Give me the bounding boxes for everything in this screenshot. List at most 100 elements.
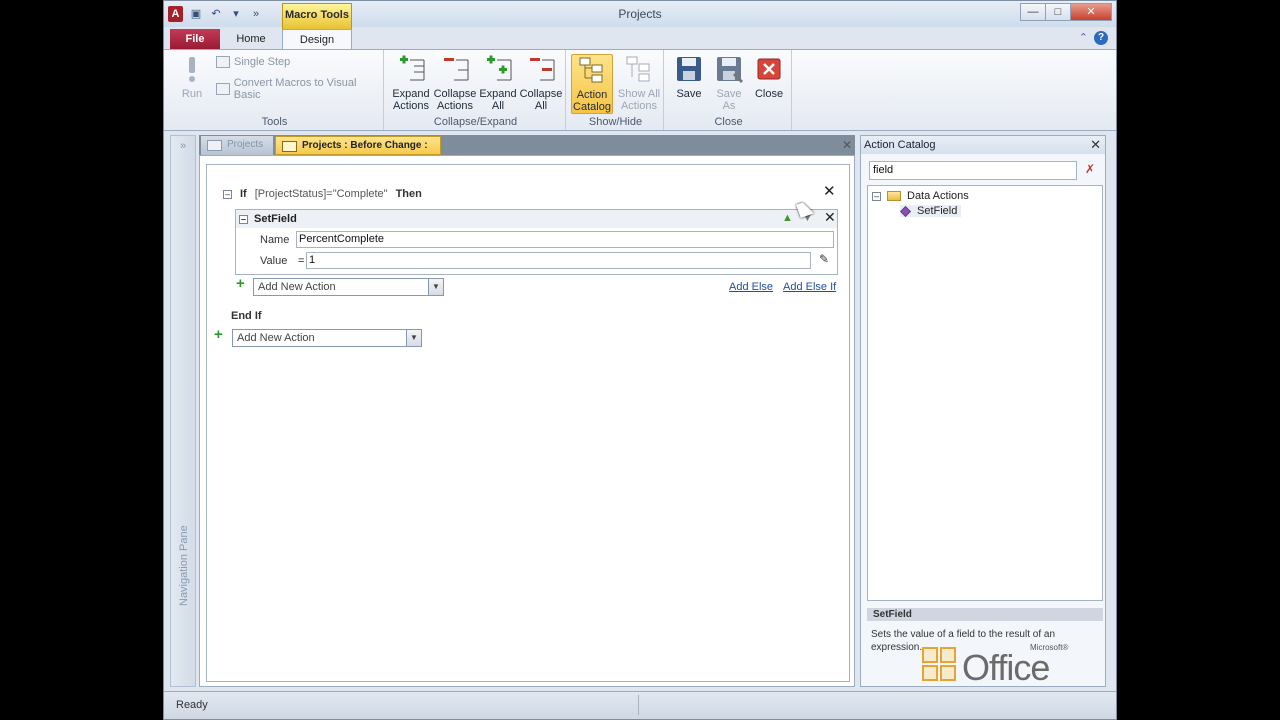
close-button[interactable]: Close	[750, 54, 788, 100]
expression-builder-icon[interactable]: ✎	[819, 252, 835, 266]
save-as-label-1: Save	[716, 88, 742, 100]
catalog-search-input[interactable]: field	[869, 161, 1077, 180]
collapse-setfield-icon[interactable]: –	[239, 214, 248, 224]
office-logo-icon	[922, 647, 960, 685]
single-step-button[interactable]: Single Step	[216, 56, 290, 68]
maximize-button[interactable]: □	[1045, 3, 1071, 21]
expand-actions-icon	[396, 54, 426, 84]
if-keyword: If	[240, 188, 247, 200]
add-new-action-label: Add New Action	[258, 281, 336, 293]
minimize-ribbon-icon[interactable]: ⌃	[1079, 31, 1088, 45]
tab-before-change-macro[interactable]: Projects : Before Change :	[275, 136, 441, 155]
catalog-tree: – Data Actions SetField	[867, 185, 1103, 601]
expand-actions-button[interactable]: Expand Actions	[390, 54, 432, 112]
collapse-actions-icon	[440, 54, 470, 84]
expand-actions-label-2: Actions	[392, 100, 430, 112]
end-if-keyword: End If	[231, 310, 262, 322]
convert-macros-icon	[216, 83, 230, 95]
group-collapse-expand: Expand Actions Collapse Actions Expand A…	[386, 50, 566, 130]
setfield-action-block[interactable]: – SetField ▲ ▼ ✕ Name PercentComplete Va…	[235, 209, 838, 275]
macro-designer: – If [ProjectStatus]="Complete" Then ✕ –…	[199, 155, 855, 687]
group-label-show-hide: Show/Hide	[588, 116, 643, 128]
ribbon-tabs: File Home Design ⌃ ?	[164, 27, 1116, 49]
convert-macros-label: Convert Macros to Visual Basic	[233, 77, 357, 101]
action-catalog-icon	[577, 55, 607, 85]
convert-macros-button[interactable]: Convert Macros to Visual Basic	[216, 77, 383, 101]
value-arg-label: Value	[260, 255, 288, 267]
group-show-hide: Action Catalog Show All Actions Show/Hid…	[568, 50, 664, 130]
collapse-all-button[interactable]: Collapse All	[518, 54, 564, 112]
save-button[interactable]: Save	[670, 54, 708, 100]
window-controls: — □ ✕	[1020, 3, 1112, 21]
tab-file[interactable]: File	[170, 29, 220, 49]
action-catalog-button[interactable]: Action Catalog	[571, 54, 613, 114]
status-divider	[638, 695, 639, 715]
ribbon-help-controls: ⌃ ?	[1079, 31, 1108, 45]
floppy-disk-icon	[674, 54, 704, 84]
collapse-actions-button[interactable]: Collapse Actions	[432, 54, 478, 112]
office-logo: Microsoft® Office	[922, 639, 1082, 689]
add-new-action-outer-dropdown[interactable]: Add New Action ▼	[232, 329, 422, 347]
add-new-action-dropdown[interactable]: Add New Action ▼	[253, 278, 444, 296]
name-arg-label: Name	[260, 234, 290, 246]
macro-icon	[282, 141, 297, 152]
action-catalog-title: Action Catalog	[861, 136, 1105, 154]
navigation-pane[interactable]: » Navigation Pane	[170, 135, 196, 687]
value-arg-input[interactable]: 1	[306, 252, 811, 269]
single-step-label: Single Step	[234, 56, 291, 68]
help-icon[interactable]: ?	[1094, 31, 1108, 45]
show-all-actions-button[interactable]: Show All Actions	[616, 54, 662, 112]
chevron-down-icon[interactable]: ▼	[428, 279, 443, 295]
save-as-button[interactable]: Save As	[710, 54, 748, 112]
navigation-pane-label: Navigation Pane	[178, 525, 190, 606]
setfield-label: SetField	[254, 213, 297, 225]
action-catalog-label-1: Action	[576, 89, 608, 101]
tab-projects-label: Projects	[227, 139, 264, 150]
chevron-down-icon[interactable]: ▼	[406, 330, 421, 346]
tab-design[interactable]: Design	[282, 29, 352, 49]
show-all-actions-label-1: Show All	[617, 88, 661, 100]
collapse-actions-label-1: Collapse	[433, 88, 477, 100]
tab-home[interactable]: Home	[226, 29, 276, 49]
expand-all-button[interactable]: Expand All	[478, 54, 518, 112]
group-label-tools: Tools	[261, 116, 288, 128]
save-as-icon	[714, 54, 744, 84]
add-else-if-link[interactable]: Add Else If	[783, 281, 836, 293]
close-window-button[interactable]: ✕	[1070, 3, 1112, 21]
tab-projects-table[interactable]: Projects	[201, 136, 273, 155]
collapse-folder-icon[interactable]: –	[872, 191, 881, 201]
minimize-button[interactable]: —	[1020, 3, 1046, 21]
setfield-tree-label: SetField	[917, 205, 958, 217]
description-title: SetField	[867, 608, 1103, 621]
collapse-all-label-2: All	[534, 100, 548, 112]
logo-office-text: Office	[962, 647, 1050, 688]
macro-canvas[interactable]: – If [ProjectStatus]="Complete" Then ✕ –…	[206, 164, 850, 682]
close-catalog-icon[interactable]: ✕	[1090, 137, 1101, 153]
if-block-header[interactable]: – If [ProjectStatus]="Complete" Then	[223, 188, 422, 200]
expand-all-label-2: All	[491, 100, 505, 112]
close-label: Close	[754, 88, 784, 100]
add-new-action-outer-label: Add New Action	[237, 332, 315, 344]
if-condition[interactable]: [ProjectStatus]="Complete"	[255, 188, 388, 200]
delete-if-icon[interactable]: ✕	[823, 182, 836, 200]
delete-action-icon[interactable]: ✕	[824, 209, 836, 226]
close-document-icon[interactable]: ✕	[842, 138, 852, 152]
tree-folder-data-actions[interactable]: – Data Actions	[872, 190, 969, 202]
action-icon	[900, 205, 911, 217]
action-catalog-label-2: Catalog	[573, 101, 611, 113]
document-tabs: Projects Projects : Before Change :	[199, 135, 855, 155]
collapse-actions-label-2: Actions	[436, 100, 474, 112]
clear-search-icon[interactable]: ✗	[1085, 162, 1095, 176]
group-label-collapse-expand: Collapse/Expand	[433, 116, 518, 128]
setfield-title: – SetField	[239, 213, 297, 225]
collapse-if-icon[interactable]: –	[223, 189, 232, 199]
expand-actions-label-1: Expand	[392, 88, 430, 100]
collapse-all-icon	[526, 54, 556, 84]
expand-nav-icon[interactable]: »	[171, 140, 195, 152]
name-arg-input[interactable]: PercentComplete	[296, 231, 834, 248]
add-else-link[interactable]: Add Else	[729, 281, 773, 293]
tree-item-setfield[interactable]: SetField	[900, 205, 962, 217]
close-icon	[754, 54, 784, 84]
run-button[interactable]: Run	[174, 54, 210, 100]
move-up-icon[interactable]: ▲	[782, 212, 793, 224]
